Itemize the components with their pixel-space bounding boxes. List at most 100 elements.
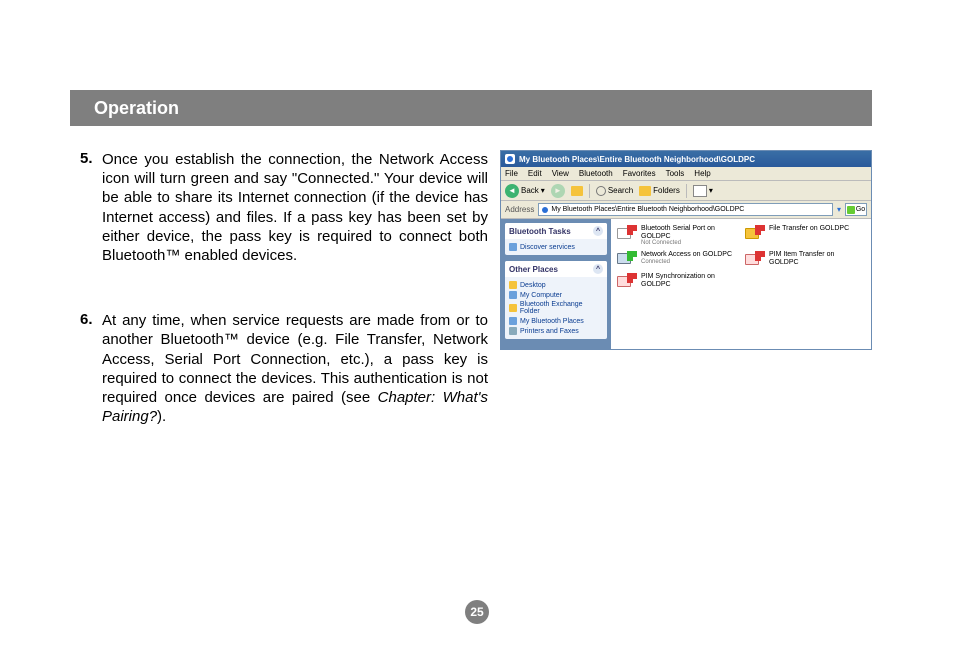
search-button[interactable]: Search	[596, 186, 633, 196]
search-icon	[596, 186, 606, 196]
address-value: My Bluetooth Places\Entire Bluetooth Nei…	[551, 206, 744, 213]
service-pim-item-transfer[interactable]: PIM Item Transfer on GOLDPC	[745, 251, 865, 269]
step-text: Once you establish the connection, the N…	[102, 150, 488, 265]
link-label: Discover services	[520, 244, 575, 251]
service-name: Network Access on GOLDPC	[641, 251, 732, 259]
service-network-access[interactable]: Network Access on GOLDPC Connected	[617, 251, 737, 269]
menu-view[interactable]: View	[552, 169, 569, 178]
window-icon	[505, 154, 515, 164]
go-icon	[847, 206, 855, 214]
step-number: 5.	[80, 150, 102, 265]
printers-faxes-link[interactable]: Printers and Faxes	[509, 326, 603, 336]
network-access-icon	[617, 251, 637, 269]
back-button[interactable]: ◄ Back ▾	[505, 184, 545, 198]
header-left-bar	[70, 90, 80, 126]
service-name: PIM Item Transfer on GOLDPC	[769, 251, 865, 266]
step-text: At any time, when service requests are m…	[102, 311, 488, 426]
panel-title: Other Places	[509, 265, 558, 274]
desktop-link[interactable]: Desktop	[509, 280, 603, 290]
up-button[interactable]	[571, 186, 583, 196]
go-label: Go	[856, 206, 865, 213]
back-label: Back	[521, 186, 539, 195]
service-label-wrap: Bluetooth Serial Port on GOLDPC Not Conn…	[641, 225, 737, 247]
menu-bluetooth[interactable]: Bluetooth	[579, 169, 613, 178]
text-column: 5. Once you establish the connection, th…	[80, 150, 488, 472]
views-button[interactable]: ▾	[693, 185, 713, 197]
go-button[interactable]: Go	[845, 203, 867, 216]
service-name: File Transfer on GOLDPC	[769, 225, 849, 233]
toolbar-separator	[589, 184, 590, 198]
folders-button[interactable]: Folders	[639, 186, 680, 196]
screenshot-column: My Bluetooth Places\Entire Bluetooth Nei…	[500, 150, 872, 472]
link-label: My Computer	[520, 292, 562, 299]
document-page: Operation 5. Once you establish the conn…	[0, 0, 954, 664]
service-status: Not Connected	[641, 240, 737, 247]
back-icon: ◄	[505, 184, 519, 198]
explorer-sidebar: Bluetooth Tasks ^ Discover services	[501, 219, 611, 349]
pim-sync-icon	[617, 273, 637, 291]
service-pim-sync[interactable]: PIM Synchronization on GOLDPC	[617, 273, 737, 291]
printer-icon	[509, 327, 517, 335]
collapse-icon: ^	[593, 226, 603, 236]
service-file-transfer[interactable]: File Transfer on GOLDPC	[745, 225, 865, 247]
step6-part-b: ).	[157, 408, 166, 425]
other-places-panel: Other Places ^ Desktop My Computer Bluet…	[505, 261, 607, 339]
section-header-band: Operation	[80, 90, 872, 126]
folder-icon	[509, 304, 517, 312]
page-number-container: 25	[0, 600, 954, 624]
chevron-down-icon: ▾	[709, 186, 713, 195]
address-input[interactable]: My Bluetooth Places\Entire Bluetooth Nei…	[538, 203, 833, 216]
window-title: My Bluetooth Places\Entire Bluetooth Nei…	[519, 155, 755, 164]
bluetooth-tasks-panel: Bluetooth Tasks ^ Discover services	[505, 223, 607, 255]
service-bluetooth-serial-port[interactable]: Bluetooth Serial Port on GOLDPC Not Conn…	[617, 225, 737, 247]
step-5: 5. Once you establish the connection, th…	[80, 150, 488, 265]
address-bar: Address My Bluetooth Places\Entire Bluet…	[501, 201, 871, 219]
service-label-wrap: Network Access on GOLDPC Connected	[641, 251, 732, 265]
discover-services-link[interactable]: Discover services	[509, 242, 603, 252]
explorer-window: My Bluetooth Places\Entire Bluetooth Nei…	[500, 150, 872, 350]
service-name: PIM Synchronization on GOLDPC	[641, 273, 737, 288]
views-icon	[693, 185, 707, 197]
menu-file[interactable]: File	[505, 169, 518, 178]
forward-button[interactable]: ►	[551, 184, 565, 198]
explorer-main-pane[interactable]: Bluetooth Serial Port on GOLDPC Not Conn…	[611, 219, 871, 349]
service-label-wrap: File Transfer on GOLDPC	[769, 225, 849, 233]
menu-edit[interactable]: Edit	[528, 169, 542, 178]
exchange-folder-link[interactable]: Bluetooth Exchange Folder	[509, 300, 603, 316]
bluetooth-tasks-header[interactable]: Bluetooth Tasks ^	[505, 223, 607, 239]
menu-bar: File Edit View Bluetooth Favorites Tools…	[501, 167, 871, 181]
serial-port-icon	[617, 225, 637, 243]
section-title: Operation	[94, 98, 179, 119]
menu-help[interactable]: Help	[694, 169, 710, 178]
toolbar: ◄ Back ▾ ► Search	[501, 181, 871, 201]
link-label: My Bluetooth Places	[520, 318, 584, 325]
discover-icon	[509, 243, 517, 251]
toolbar-separator	[686, 184, 687, 198]
my-bluetooth-places-link[interactable]: My Bluetooth Places	[509, 316, 603, 326]
link-label: Desktop	[520, 282, 546, 289]
menu-favorites[interactable]: Favorites	[623, 169, 656, 178]
window-titlebar[interactable]: My Bluetooth Places\Entire Bluetooth Nei…	[501, 151, 871, 167]
step-number: 6.	[80, 311, 102, 426]
panel-body: Discover services	[505, 239, 607, 255]
collapse-icon: ^	[593, 264, 603, 274]
service-status: Connected	[641, 259, 732, 266]
step-6: 6. At any time, when service requests ar…	[80, 311, 488, 426]
other-places-header[interactable]: Other Places ^	[505, 261, 607, 277]
address-label: Address	[505, 205, 534, 214]
service-name: Bluetooth Serial Port on GOLDPC	[641, 225, 737, 240]
folders-label: Folders	[653, 186, 680, 195]
link-label: Bluetooth Exchange Folder	[520, 301, 603, 315]
menu-tools[interactable]: Tools	[666, 169, 685, 178]
folder-up-icon	[571, 186, 583, 196]
address-path-icon	[541, 206, 549, 214]
service-label-wrap: PIM Synchronization on GOLDPC	[641, 273, 737, 288]
bluetooth-icon	[509, 317, 517, 325]
panel-title: Bluetooth Tasks	[509, 227, 571, 236]
window-content: Bluetooth Tasks ^ Discover services	[501, 219, 871, 349]
service-label-wrap: PIM Item Transfer on GOLDPC	[769, 251, 865, 266]
address-dropdown-icon[interactable]: ▾	[837, 205, 841, 214]
my-computer-link[interactable]: My Computer	[509, 290, 603, 300]
chevron-down-icon: ▾	[541, 186, 545, 195]
search-label: Search	[608, 186, 633, 195]
